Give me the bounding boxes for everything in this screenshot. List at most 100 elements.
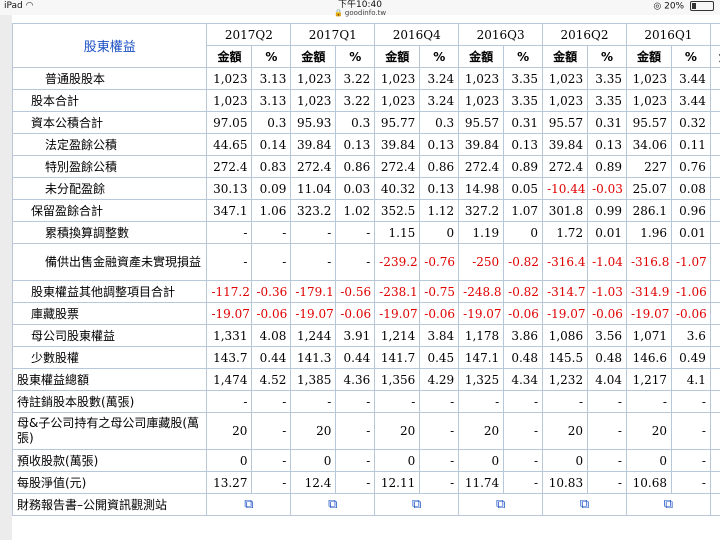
cell-value: 4.34 xyxy=(503,368,544,391)
cell-value: - xyxy=(542,390,589,413)
cell-value: 0.13 xyxy=(419,133,460,156)
cell-value: 0.99 xyxy=(587,199,627,222)
cell-value: 14.98 xyxy=(458,177,505,200)
external-link-icon[interactable]: ⧉ xyxy=(290,493,376,516)
cell-value: - xyxy=(670,449,711,472)
cell-value: 227 xyxy=(625,155,672,178)
cell-value: 1,178 xyxy=(458,324,505,347)
cell-value: 95.57 xyxy=(458,111,505,134)
cell-value: - xyxy=(419,449,460,472)
cell-value: -0.03 xyxy=(587,177,627,200)
cell-value: 0 xyxy=(374,449,421,472)
cell-value: - xyxy=(458,390,505,413)
cell-value: -1.04 xyxy=(587,243,627,281)
external-link-icon[interactable]: ⧉ xyxy=(542,493,627,516)
cell-value: 1 xyxy=(709,346,720,369)
cell-value: 95.93 xyxy=(290,111,337,134)
cell-value: 1,023 xyxy=(542,89,589,112)
cell-value: - xyxy=(251,412,292,450)
external-link-icon[interactable]: ⧉ xyxy=(709,493,720,516)
cell-value: 12.4 xyxy=(290,471,337,494)
cell-value: -0.06 xyxy=(587,302,627,325)
cell-value: -10.44 xyxy=(542,177,589,200)
battery-indicator: ◎ 20% xyxy=(653,1,714,12)
cell-value: - xyxy=(670,412,711,450)
cell-value: 1,071 xyxy=(625,324,672,347)
amount-subheader: 金額 xyxy=(625,45,672,68)
cell-value: - xyxy=(290,390,337,413)
cell-value: - xyxy=(503,471,544,494)
period-header: 2016Q3 xyxy=(458,23,544,46)
cell-value: -117.2 xyxy=(206,280,253,303)
cell-value: 0.31 xyxy=(503,111,544,134)
cell-value: - xyxy=(670,471,711,494)
cell-value: 97.05 xyxy=(206,111,253,134)
cell-value: 272.4 xyxy=(290,155,337,178)
cell-value: 0.86 xyxy=(419,155,460,178)
cell-value: -19.07 xyxy=(206,302,253,325)
table-row: 股東權益其他調整項目合計 -117.2 -0.36 -179.1 -0.56 -238.1… xyxy=(11,280,720,303)
cell-value: - xyxy=(251,243,292,281)
table-row: 庫藏股票 -19.07 -0.06 -19.07 -0.06 -19.07 -0.06 -19… xyxy=(11,302,720,325)
cell-value: 25.07 xyxy=(625,177,672,200)
period-header: 2016Q4 xyxy=(374,23,460,46)
period-header: 2017Q2 xyxy=(206,23,292,46)
period-header: 20 xyxy=(709,23,720,46)
cell-value: 39.84 xyxy=(290,133,337,156)
table-row: 普通股股本 1,023 3.13 1,023 3.22 1,023 3.24 1,023 3.3… xyxy=(11,67,720,90)
cell-value: -1.03 xyxy=(587,280,627,303)
cell-value: -1.07 xyxy=(670,243,711,281)
cell-value: 0.49 xyxy=(670,346,711,369)
cell-value: 3.56 xyxy=(587,324,627,347)
cell-value: 1,023 xyxy=(458,89,505,112)
cell-value: -0.06 xyxy=(670,302,711,325)
table-row: 母&子公司持有之母公司庫藏股(萬張) 20-20-20-20-20-20- xyxy=(11,412,720,450)
cell-value: -0.75 xyxy=(419,280,460,303)
cell-value: 4.29 xyxy=(419,368,460,391)
cell-value: -19.07 xyxy=(290,302,337,325)
cell-value: - xyxy=(670,390,711,413)
cell-value: 34.06 xyxy=(625,133,672,156)
cell-value: 147.1 xyxy=(458,346,505,369)
cell-value: 10.68 xyxy=(625,471,672,494)
cell-value: 10.83 xyxy=(542,471,589,494)
external-link-icon[interactable]: ⧉ xyxy=(206,493,292,516)
table-row: 累積換算調整數----1.1501.1901.720.011.960.012. xyxy=(11,221,720,244)
cell-value: 51. xyxy=(709,177,720,200)
cell-value: - xyxy=(251,449,292,472)
row-label: 資本公積合計 xyxy=(11,111,208,134)
external-link-icon[interactable]: ⧉ xyxy=(374,493,460,516)
cell-value: -314.7 xyxy=(542,280,589,303)
cell-value: 0.13 xyxy=(587,133,627,156)
address-bar[interactable]: 🔒 goodinfo.tw xyxy=(0,9,720,17)
cell-value: 3.35 xyxy=(587,89,627,112)
table-row: 少數股權 143.7 0.44 141.3 0.44 141.7 0.45 147.1 0.48… xyxy=(11,346,720,369)
percent-subheader: % xyxy=(587,45,627,68)
external-link-icon[interactable]: ⧉ xyxy=(458,493,544,516)
amount-subheader: 金額 xyxy=(709,45,720,68)
battery-icon xyxy=(690,1,714,11)
cell-value: -0.06 xyxy=(335,302,376,325)
cell-value: 1,023 xyxy=(374,89,421,112)
cell-value: 1,023 xyxy=(374,67,421,90)
row-label: 預收股款(萬張) xyxy=(11,449,208,472)
cell-value: 272.4 xyxy=(458,155,505,178)
cell-value: 301.8 xyxy=(542,199,589,222)
cell-value: -0.82 xyxy=(503,243,544,281)
cell-value: 1,331 xyxy=(206,324,253,347)
cell-value: -239.2 xyxy=(374,243,421,281)
cell-value: 1.72 xyxy=(542,221,589,244)
table-row: 法定盈餘公積 44.65 0.14 39.84 0.13 39.84 0.13 39.84 0.… xyxy=(11,133,720,156)
cell-value: 40.32 xyxy=(374,177,421,200)
cell-value xyxy=(709,412,720,450)
cell-value: - xyxy=(206,390,253,413)
financial-report-link[interactable]: 財務報告書–公開資訊觀測站 xyxy=(11,493,208,516)
percent-subheader: % xyxy=(503,45,544,68)
table-row: 備供出售金融資產未實現損益 - - - - -239.2 -0.76 -250 -0.82 -31… xyxy=(11,243,720,281)
cell-value: - xyxy=(625,390,672,413)
cell-value: 0.05 xyxy=(503,177,544,200)
external-link-icon[interactable]: ⧉ xyxy=(625,493,711,516)
cell-value: - xyxy=(419,390,460,413)
amount-subheader: 金額 xyxy=(542,45,589,68)
left-scroll-edge xyxy=(0,15,12,540)
